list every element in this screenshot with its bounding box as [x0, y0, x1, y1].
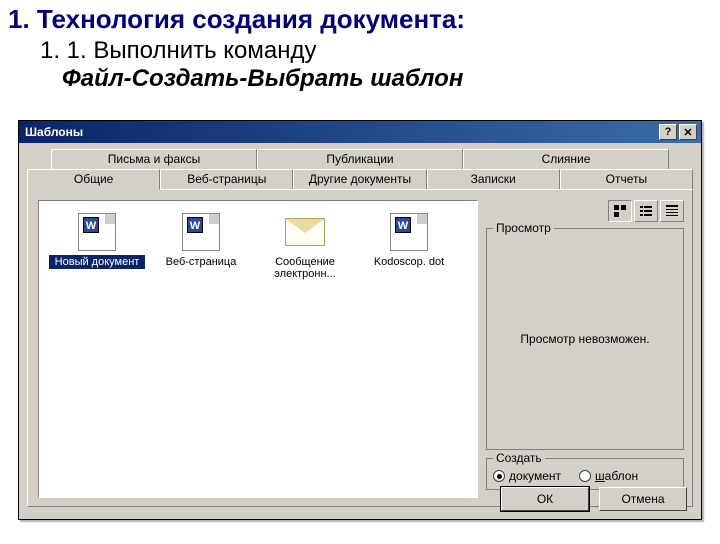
- tab-row-front: Общие Веб-страницы Другие документы Запи…: [27, 169, 693, 190]
- dialog-title: Шаблоны: [25, 125, 83, 139]
- preview-group: Просмотр Просмотр невозможен.: [486, 228, 684, 450]
- view-buttons: [608, 200, 684, 222]
- view-details-button[interactable]: [660, 200, 684, 222]
- create-legend: Создать: [493, 451, 545, 465]
- radio-document-label: документ: [509, 469, 561, 483]
- item-label: Сообщение электронн...: [257, 255, 353, 281]
- view-list-button[interactable]: [634, 200, 658, 222]
- radio-document[interactable]: документ: [493, 469, 561, 483]
- list-item[interactable]: W Новый документ: [47, 209, 147, 285]
- list-item[interactable]: W Веб-страница: [151, 209, 251, 285]
- word-doc-icon: W: [182, 213, 220, 251]
- list-item[interactable]: W Kodoscop. dot: [359, 209, 459, 285]
- list-icon: [639, 204, 653, 218]
- tabs-area: Письма и факсы Публикации Слияние Общие …: [27, 149, 693, 507]
- slide-sub1: 1. 1. Выполнить команду: [40, 37, 720, 65]
- word-doc-icon: W: [78, 213, 116, 251]
- view-large-icons-button[interactable]: [608, 200, 632, 222]
- tab-general[interactable]: Общие: [27, 169, 160, 190]
- tab-notes[interactable]: Записки: [427, 169, 560, 190]
- radio-icon: [493, 470, 505, 482]
- help-button[interactable]: ?: [659, 124, 677, 140]
- right-column: Просмотр Просмотр невозможен. Создать до…: [486, 200, 684, 498]
- word-doc-icon: W: [390, 213, 428, 251]
- item-label: Kodoscop. dot: [361, 255, 457, 269]
- tab-merge[interactable]: Слияние: [463, 149, 669, 169]
- templates-dialog: Шаблоны ? ✕ Письма и факсы Публикации Сл…: [18, 120, 702, 520]
- mail-icon: [285, 218, 325, 246]
- radio-template[interactable]: шаблон: [579, 469, 638, 483]
- tab-other-docs[interactable]: Другие документы: [293, 169, 426, 190]
- details-icon: [665, 204, 679, 218]
- tab-reports[interactable]: Отчеты: [560, 169, 693, 190]
- ok-button[interactable]: ОК: [501, 487, 589, 511]
- radio-icon: [579, 470, 591, 482]
- cancel-button[interactable]: Отмена: [599, 487, 687, 511]
- preview-text: Просмотр невозможен.: [520, 332, 649, 346]
- slide-heading: 1. Технология создания документа:: [8, 4, 720, 35]
- create-group: Создать документ шаблон: [486, 458, 684, 490]
- tab-webpages[interactable]: Веб-страницы: [160, 169, 293, 190]
- item-label: Веб-страница: [153, 255, 249, 269]
- tab-letters-faxes[interactable]: Письма и факсы: [51, 149, 257, 169]
- tab-content: W Новый документ W Веб-страница Сообщени…: [27, 189, 693, 507]
- tab-row-back: Письма и факсы Публикации Слияние: [51, 149, 669, 169]
- large-icons-icon: [613, 204, 627, 218]
- template-list[interactable]: W Новый документ W Веб-страница Сообщени…: [38, 200, 478, 498]
- list-item[interactable]: Сообщение электронн...: [255, 209, 355, 285]
- slide-sub2: Файл-Создать-Выбрать шаблон: [62, 65, 720, 93]
- preview-legend: Просмотр: [493, 221, 554, 235]
- item-label: Новый документ: [49, 255, 145, 269]
- dialog-buttons: ОК Отмена: [501, 487, 687, 511]
- close-button[interactable]: ✕: [679, 124, 697, 140]
- radio-template-label: шаблон: [595, 469, 638, 483]
- tab-publications[interactable]: Публикации: [257, 149, 463, 169]
- titlebar: Шаблоны ? ✕: [19, 121, 701, 143]
